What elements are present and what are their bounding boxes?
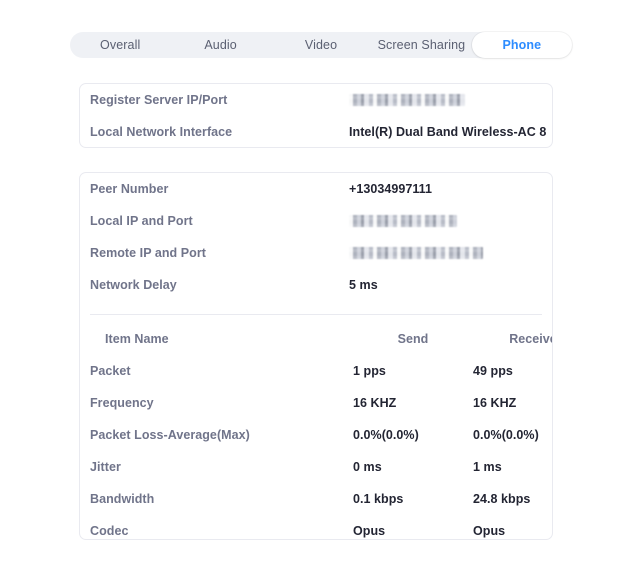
row-receive-packet-loss: 0.0%(0.0%) [473,428,539,442]
tab-audio-label: Audio [204,38,237,52]
network-delay-value: 5 ms [349,278,378,292]
peer-number-label: Peer Number [90,182,169,196]
tab-overall-label: Overall [100,38,141,52]
table-divider [90,314,542,315]
register-info-card: Register Server IP/Port Local Network In… [79,83,553,148]
row-receive-jitter: 1 ms [473,460,502,474]
row-local-network-interface: Local Network Interface Intel(R) Dual Ba… [80,116,552,147]
network-delay-label: Network Delay [90,278,177,292]
tab-audio[interactable]: Audio [170,32,270,58]
tab-video-label: Video [304,38,338,52]
tab-phone[interactable]: Phone [471,32,573,58]
row-peer-number: Peer Number +13034997111 [80,173,552,205]
local-network-interface-label: Local Network Interface [90,125,233,139]
table-row: Frequency 16 KHZ 16 KHZ [80,387,552,419]
row-receive-packet: 49 pps [473,364,513,378]
tab-screen-sharing[interactable]: Screen Sharing [371,32,471,58]
tab-phone-label: Phone [502,38,542,52]
tab-video[interactable]: Video [271,32,371,58]
table-row: Packet 1 pps 49 pps [80,355,552,387]
row-receive-codec: Opus [473,524,506,538]
local-ip-and-port-label: Local IP and Port [90,214,193,228]
row-label-packet: Packet [90,364,131,378]
row-label-packet-loss: Packet Loss-Average(Max) [90,428,250,442]
peer-info-card: Peer Number +13034997111 Local IP and Po… [79,172,553,540]
column-header-receive: Receive [509,332,553,346]
table-row: Jitter 0 ms 1 ms [80,451,552,483]
row-send-jitter: 0 ms [353,460,382,474]
row-label-frequency: Frequency [90,396,154,410]
tab-screen-sharing-label: Screen Sharing [377,38,466,52]
row-label-codec: Codec [90,524,129,538]
row-send-frequency: 16 KHZ [353,396,397,410]
table-row: Codec Opus Opus [80,515,552,539]
row-label-jitter: Jitter [90,460,121,474]
local-network-interface-value: Intel(R) Dual Band Wireless-AC 8 [349,125,547,139]
row-local-ip-and-port: Local IP and Port [80,205,552,237]
row-send-packet: 1 pps [353,364,386,378]
row-send-codec: Opus [353,524,386,538]
remote-ip-and-port-label: Remote IP and Port [90,246,206,260]
register-server-ip-port-label: Register Server IP/Port [90,93,228,107]
row-network-delay: Network Delay 5 ms [80,269,552,301]
row-remote-ip-and-port: Remote IP and Port [80,237,552,269]
row-receive-bandwidth: 24.8 kbps [473,492,531,506]
column-header-item-name: Item Name [105,332,169,346]
tab-overall[interactable]: Overall [70,32,170,58]
register-server-ip-port-redacted-value [349,94,465,106]
column-header-send: Send [397,332,429,346]
row-label-bandwidth: Bandwidth [90,492,155,506]
row-receive-frequency: 16 KHZ [473,396,517,410]
statistics-tabbar: Overall Audio Video Screen Sharing Phone [70,32,573,58]
row-send-bandwidth: 0.1 kbps [353,492,404,506]
phone-stats-table: Item Name Send Receive Packet 1 pps 49 p… [80,323,552,539]
local-ip-and-port-redacted-value [349,215,457,227]
row-register-server-ip-port: Register Server IP/Port [80,84,552,116]
table-header-row: Item Name Send Receive [80,323,552,355]
remote-ip-and-port-redacted-value [349,247,483,259]
row-send-packet-loss: 0.0%(0.0%) [353,428,419,442]
peer-number-value: +13034997111 [349,182,432,196]
table-row: Packet Loss-Average(Max) 0.0%(0.0%) 0.0%… [80,419,552,451]
table-row: Bandwidth 0.1 kbps 24.8 kbps [80,483,552,515]
